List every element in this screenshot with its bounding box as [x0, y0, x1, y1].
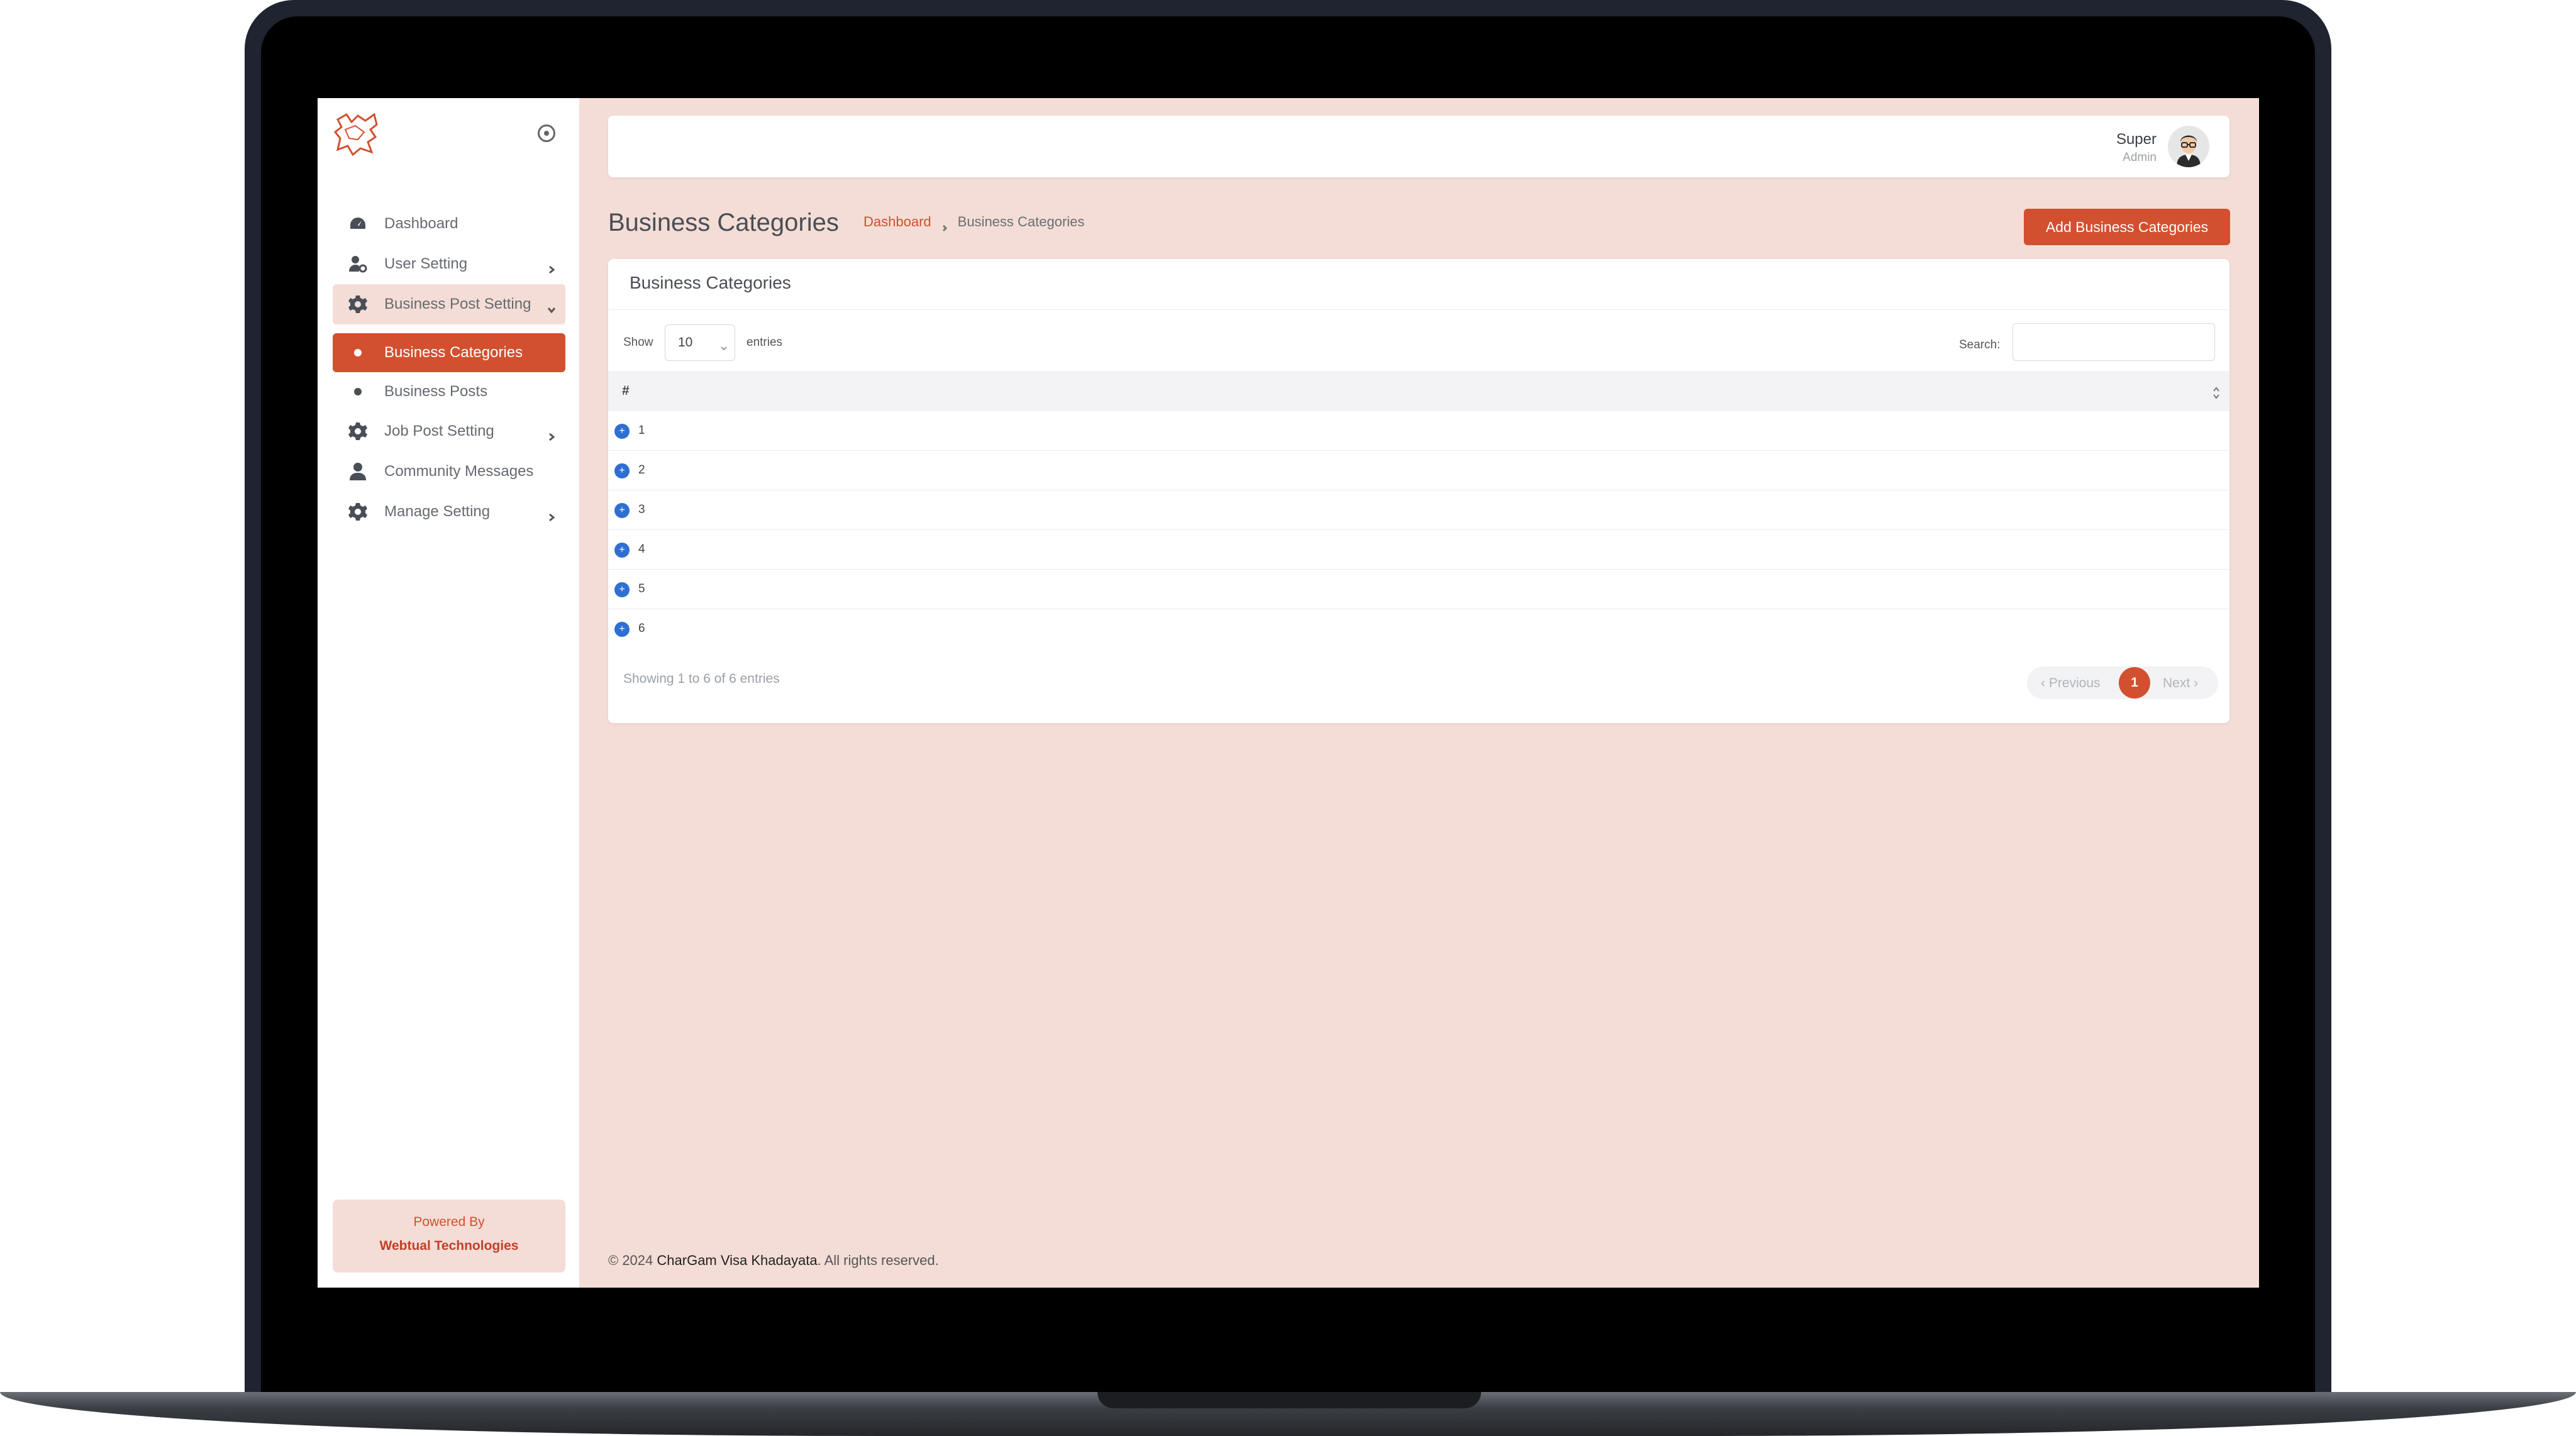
- gear-icon: [345, 499, 370, 524]
- expand-row-icon[interactable]: +: [614, 582, 630, 597]
- page-1-button[interactable]: 1: [2119, 667, 2150, 699]
- sidebar-item-manage-setting[interactable]: Manage Setting: [333, 492, 565, 532]
- sort-icon[interactable]: [2212, 386, 2221, 400]
- sidebar-toggle-icon[interactable]: [538, 124, 555, 142]
- next-page-button[interactable]: Next ›: [2163, 676, 2198, 691]
- sidebar-item-business-categories[interactable]: Business Categories: [333, 333, 565, 372]
- table-info: Showing 1 to 6 of 6 entries: [623, 671, 780, 686]
- sidebar-item-label: Business Posts: [384, 383, 488, 400]
- table-body: + 1 + 2 + 3 + 4 + 5 + 6: [608, 411, 2229, 648]
- show-label: Show: [623, 336, 653, 349]
- chevron-down-icon: [547, 301, 556, 314]
- app-screen: Dashboard User Setting Business Post Set…: [318, 98, 2259, 1288]
- sidebar-menu: Dashboard User Setting Business Post Set…: [333, 204, 565, 532]
- table-row: + 1: [608, 411, 2229, 451]
- search-input[interactable]: [2012, 323, 2215, 361]
- card-divider: [608, 309, 2229, 310]
- sidebar-item-label: Business Categories: [384, 344, 523, 361]
- laptop-notch: [1097, 1392, 1481, 1408]
- sidebar-item-business-posts[interactable]: Business Posts: [333, 372, 565, 411]
- row-number: 6: [638, 622, 645, 635]
- breadcrumb-dashboard-link[interactable]: Dashboard: [863, 214, 931, 230]
- table-header: #: [608, 371, 2229, 411]
- sidebar-item-dashboard[interactable]: Dashboard: [333, 204, 565, 244]
- table-row: + 6: [608, 609, 2229, 648]
- sidebar-item-label: User Setting: [384, 255, 468, 272]
- card-title: Business Categories: [630, 273, 791, 292]
- row-number: 4: [638, 543, 645, 556]
- sidebar-item-user-setting[interactable]: User Setting: [333, 244, 565, 284]
- logo-icon[interactable]: [333, 111, 380, 158]
- chevron-right-icon: [548, 428, 555, 441]
- row-number: 2: [638, 463, 645, 477]
- page-title: Business Categories: [608, 209, 839, 236]
- powered-by-label: Powered By: [413, 1215, 485, 1229]
- avatar[interactable]: [2168, 126, 2209, 167]
- sidebar-item-job-post-setting[interactable]: Job Post Setting: [333, 411, 565, 451]
- page-length-value: 10: [678, 335, 693, 350]
- dashboard-icon: [345, 211, 370, 236]
- expand-row-icon[interactable]: +: [614, 424, 630, 439]
- chevron-right-icon: [548, 508, 555, 522]
- table-row: + 5: [608, 570, 2229, 609]
- dot-icon: [354, 349, 362, 356]
- entries-label: entries: [747, 336, 783, 349]
- user-role: Admin: [2123, 151, 2157, 164]
- footer-copyright: © 2024: [608, 1252, 653, 1268]
- pagination: ‹ Previous 1 Next ›: [2027, 666, 2218, 699]
- chevron-down-icon: [721, 340, 727, 351]
- powered-by-box: Powered By Webtual Technologies: [333, 1200, 565, 1273]
- user-name[interactable]: Super: [2116, 131, 2157, 148]
- sidebar-item-label: Business Post Setting: [384, 295, 531, 312]
- sidebar-item-label: Community Messages: [384, 463, 534, 480]
- powered-by-company[interactable]: Webtual Technologies: [333, 1239, 565, 1254]
- footer: © 2024 CharGam Visa Khadayata. All right…: [608, 1252, 939, 1269]
- sidebar: Dashboard User Setting Business Post Set…: [318, 98, 579, 1288]
- footer-rights: . All rights reserved.: [817, 1252, 939, 1268]
- expand-row-icon[interactable]: +: [614, 463, 630, 478]
- row-number: 1: [638, 424, 645, 437]
- column-header-number[interactable]: #: [622, 384, 630, 399]
- sidebar-item-label: Manage Setting: [384, 503, 491, 520]
- table-row: + 4: [608, 530, 2229, 570]
- chevron-right-icon: [548, 260, 555, 274]
- search-label: Search:: [1959, 338, 2001, 351]
- user-icon: [345, 459, 370, 484]
- expand-row-icon[interactable]: +: [614, 503, 630, 518]
- sidebar-item-business-post-setting[interactable]: Business Post Setting: [333, 284, 565, 324]
- expand-row-icon[interactable]: +: [614, 622, 630, 637]
- dot-icon: [354, 388, 362, 395]
- sidebar-item-label: Dashboard: [384, 215, 458, 232]
- table-row: + 3: [608, 490, 2229, 530]
- table-row: + 2: [608, 451, 2229, 490]
- row-number: 3: [638, 503, 645, 516]
- page-length-select[interactable]: 10: [665, 324, 735, 361]
- gear-icon: [345, 292, 370, 317]
- chevron-right-icon: [941, 219, 948, 232]
- breadcrumb: Dashboard Business Categories: [863, 214, 1085, 232]
- topbar: Super Admin: [608, 116, 2229, 177]
- add-business-categories-button[interactable]: Add Business Categories: [2024, 209, 2230, 245]
- gear-icon: [345, 419, 370, 444]
- business-categories-card: Business Categories Show 10 entries Sear…: [608, 259, 2229, 723]
- expand-row-icon[interactable]: +: [614, 543, 630, 558]
- previous-page-button[interactable]: ‹ Previous: [2041, 676, 2101, 691]
- user-cog-icon: [345, 251, 370, 277]
- footer-brand: CharGam Visa Khadayata: [657, 1252, 818, 1268]
- row-number: 5: [638, 582, 645, 595]
- sidebar-item-community-messages[interactable]: Community Messages: [333, 451, 565, 492]
- sidebar-item-label: Job Post Setting: [384, 423, 494, 439]
- breadcrumb-current: Business Categories: [957, 214, 1085, 229]
